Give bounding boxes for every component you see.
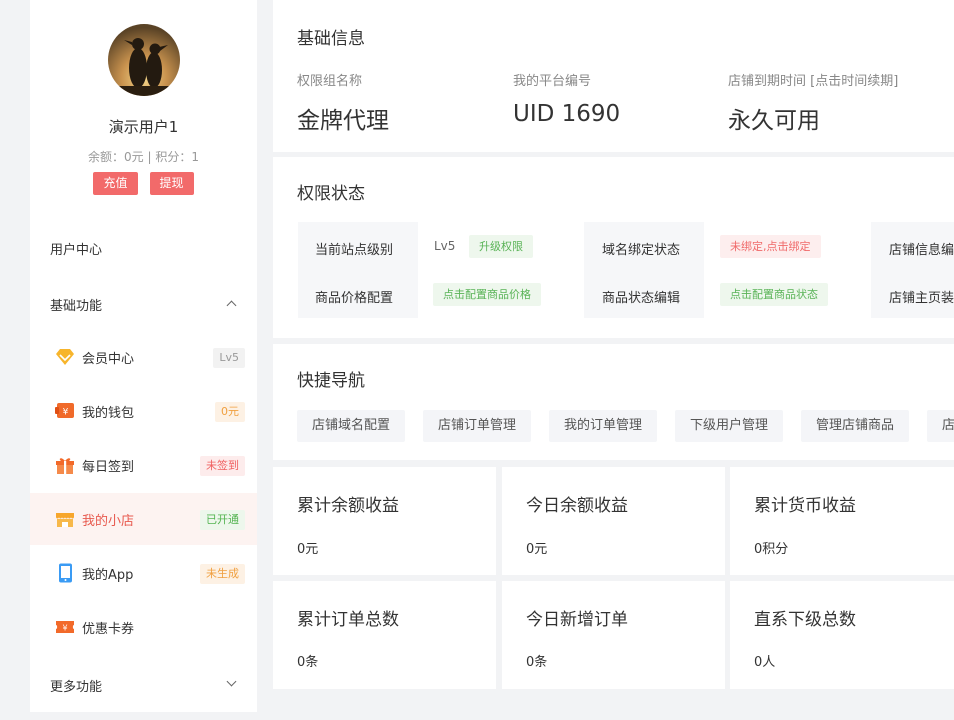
nav-my-orders[interactable]: 我的订单管理 xyxy=(549,410,658,442)
sidebar-item-label: 我的小店 xyxy=(82,514,135,529)
sidebar-item-coupons[interactable]: ¥ 优惠卡券 xyxy=(30,601,257,653)
price-config-label: 商品价格配置 xyxy=(315,291,394,306)
stat-title: 累计订单总数 xyxy=(297,610,399,630)
group-info: 权限组名称 金牌代理 xyxy=(297,70,389,135)
domain-bind-tag[interactable]: 未绑定,点击绑定 xyxy=(720,235,821,258)
quick-nav-panel: 快捷导航 xyxy=(273,344,954,460)
group-value: 金牌代理 xyxy=(297,108,389,134)
sidebar-item-label: 优惠卡券 xyxy=(82,622,135,637)
perm-label-box-2: 域名绑定状态 商品状态编辑 xyxy=(584,222,704,318)
upgrade-tag[interactable]: 升级权限 xyxy=(469,235,533,258)
price-config-tag[interactable]: 点击配置商品价格 xyxy=(433,283,541,306)
stat-total-orders: 累计订单总数 0条 xyxy=(273,581,496,689)
shop-home-label: 店铺主页装 xyxy=(889,291,954,306)
stat-title: 累计货币收益 xyxy=(754,496,856,516)
perm-status-title: 权限状态 xyxy=(297,184,365,204)
goods-status-tag[interactable]: 点击配置商品状态 xyxy=(720,283,828,306)
stat-today-balance: 今日余额收益 0元 xyxy=(502,467,725,575)
site-level-value: Lv5 xyxy=(434,239,456,253)
goods-status-label: 商品状态编辑 xyxy=(602,291,681,306)
stat-title: 累计余额收益 xyxy=(297,496,399,516)
nav-sub-users[interactable]: 下级用户管理 xyxy=(675,410,784,442)
wallet-icon: ¥ xyxy=(55,403,74,418)
sidebar: 演示用户1 余额：0元 | 积分：1 充值 提现 用户中心 基础功能 会员中心 … xyxy=(30,0,257,712)
nav-shop-goods[interactable]: 管理店铺商品 xyxy=(801,410,910,442)
nav-shop-orders[interactable]: 店铺订单管理 xyxy=(423,410,532,442)
quick-nav-title: 快捷导航 xyxy=(297,371,365,391)
stat-value: 0元 xyxy=(526,542,548,557)
expire-value[interactable]: 永久可用 xyxy=(728,101,898,135)
shop-icon xyxy=(56,513,74,527)
stat-title: 直系下级总数 xyxy=(754,610,856,630)
uid-info: 我的平台编号 UID 1690 xyxy=(513,70,620,127)
sidebar-item-label: 我的App xyxy=(82,568,134,583)
app-status-badge: 未生成 xyxy=(200,564,245,584)
sidebar-item-my-app[interactable]: 我的App 未生成 xyxy=(30,547,257,599)
perm-label-box-1: 当前站点级别 商品价格配置 xyxy=(298,222,418,318)
svg-text:¥: ¥ xyxy=(63,408,69,418)
sidebar-item-member-center[interactable]: 会员中心 Lv5 xyxy=(30,331,257,383)
checkin-status-badge: 未签到 xyxy=(200,456,245,476)
stat-sub-users: 直系下级总数 0人 xyxy=(730,581,954,689)
username: 演示用户1 xyxy=(108,118,179,136)
menu-user-center[interactable]: 用户中心 xyxy=(50,239,102,258)
menu-section-more[interactable]: 更多功能 xyxy=(50,676,102,695)
group-label: 权限组名称 xyxy=(297,74,363,89)
menu-section-basic[interactable]: 基础功能 xyxy=(50,295,102,314)
diamond-icon xyxy=(56,349,74,365)
shop-status-badge: 已开通 xyxy=(200,510,245,530)
recharge-button[interactable]: 充值 xyxy=(93,172,138,195)
stat-value: 0积分 xyxy=(754,542,789,557)
nav-shop-domain[interactable]: 店铺域名配置 xyxy=(297,410,406,442)
avatar[interactable] xyxy=(108,24,180,96)
basic-info-title: 基础信息 xyxy=(297,29,365,49)
stat-total-points: 累计货币收益 0积分 xyxy=(730,467,954,575)
stat-value: 0人 xyxy=(754,655,776,670)
stat-value: 0元 xyxy=(297,542,319,557)
level-badge: Lv5 xyxy=(213,348,245,368)
expire-info[interactable]: 店铺到期时间 [点击时间续期] 永久可用 xyxy=(728,70,898,135)
sidebar-item-daily-checkin[interactable]: 每日签到 未签到 xyxy=(30,439,257,491)
nav-more[interactable]: 店 xyxy=(927,410,954,442)
wallet-balance-badge: 0元 xyxy=(215,402,245,422)
site-level-label: 当前站点级别 xyxy=(315,243,394,258)
stat-total-balance: 累计余额收益 0元 xyxy=(273,467,496,575)
perm-label-box-3: 店铺信息编 店铺主页装 xyxy=(871,222,954,318)
sidebar-item-label: 我的钱包 xyxy=(82,406,135,421)
sidebar-item-label: 会员中心 xyxy=(82,352,135,367)
uid-label: 我的平台编号 xyxy=(513,74,592,89)
balance-points: 余额：0元 | 积分：1 xyxy=(88,150,199,164)
withdraw-button[interactable]: 提现 xyxy=(149,172,194,195)
stat-value: 0条 xyxy=(297,655,319,670)
gift-icon xyxy=(56,458,74,474)
expire-label[interactable]: 店铺到期时间 [点击时间续期] xyxy=(728,70,898,89)
stat-title: 今日新增订单 xyxy=(526,610,628,630)
chevron-up-icon[interactable] xyxy=(226,300,237,311)
basic-info-panel: 基础信息 权限组名称 金牌代理 我的平台编号 UID 1690 店铺到期时间 [… xyxy=(273,0,954,152)
uid-value: UID 1690 xyxy=(513,101,621,127)
domain-status-label: 域名绑定状态 xyxy=(602,243,681,258)
sidebar-item-wallet[interactable]: ¥ 我的钱包 0元 xyxy=(30,385,257,437)
chevron-down-icon[interactable] xyxy=(226,676,237,687)
shop-info-label: 店铺信息编 xyxy=(889,243,954,258)
svg-text:¥: ¥ xyxy=(62,624,67,633)
stat-today-orders: 今日新增订单 0条 xyxy=(502,581,725,689)
ticket-icon: ¥ xyxy=(56,621,74,633)
stat-value: 0条 xyxy=(526,655,548,670)
sidebar-item-my-shop[interactable]: 我的小店 已开通 xyxy=(30,493,257,545)
sidebar-item-label: 每日签到 xyxy=(82,460,135,475)
stat-title: 今日余额收益 xyxy=(526,496,628,516)
avatar-image xyxy=(108,24,180,96)
phone-icon xyxy=(59,563,72,583)
